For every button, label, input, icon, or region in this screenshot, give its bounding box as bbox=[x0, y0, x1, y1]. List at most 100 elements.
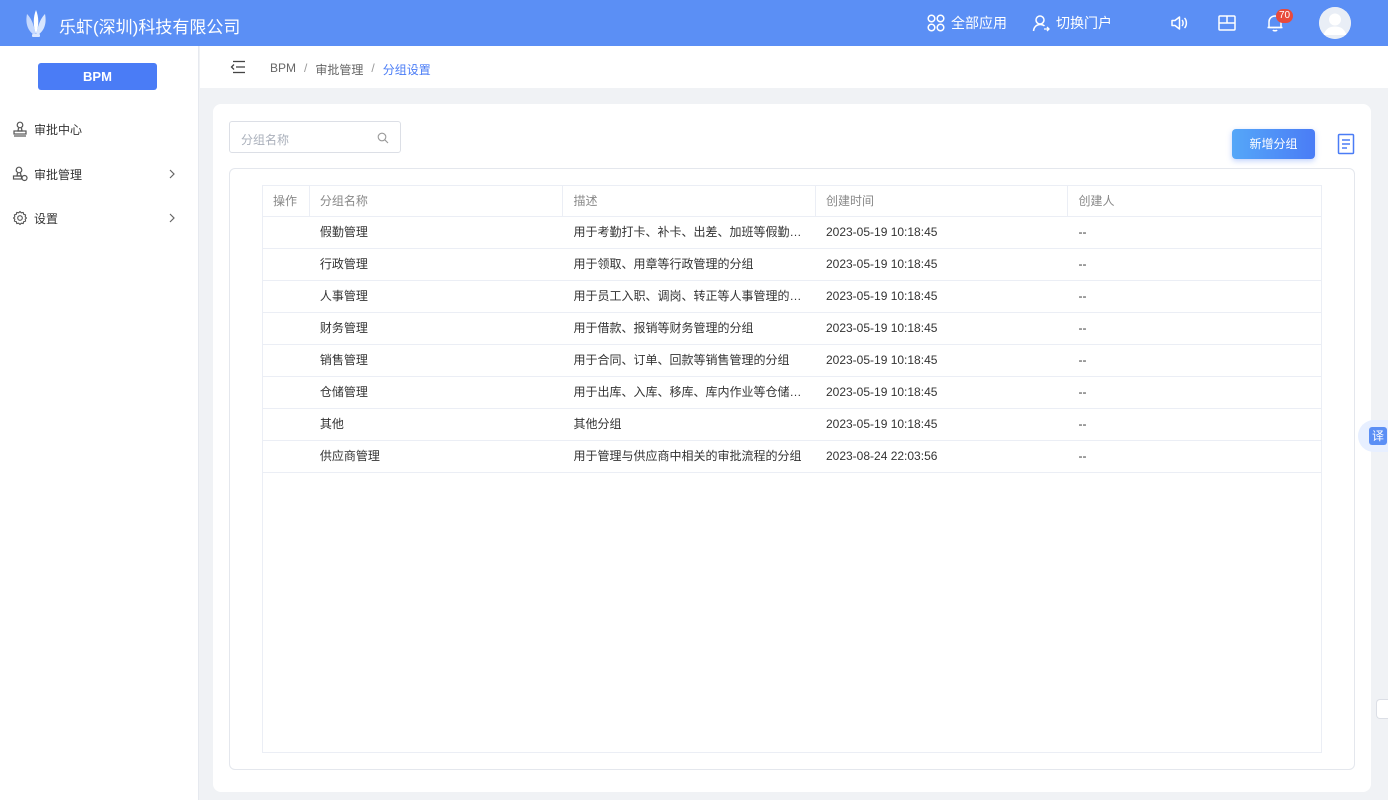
breadcrumb-separator: / bbox=[304, 61, 308, 75]
description-cell: 用于出库、入库、移库、库内作业等仓储管... bbox=[573, 385, 812, 399]
top-header: 乐虾(深圳)科技有限公司 全部应用 切换门户 70 bbox=[0, 0, 1388, 46]
apps-grid-icon bbox=[927, 14, 945, 32]
sidebar-item-label: 审批管理 bbox=[34, 167, 83, 182]
creator-cell: -- bbox=[1078, 257, 1087, 271]
creator-cell: -- bbox=[1078, 321, 1087, 335]
creator-cell: -- bbox=[1078, 353, 1087, 367]
column-header-description: 描述 bbox=[563, 186, 816, 217]
column-header-created-time: 创建时间 bbox=[816, 186, 1069, 217]
sidebar-item-approval-center[interactable]: 审批中心 bbox=[12, 119, 184, 139]
gear-icon bbox=[12, 210, 28, 226]
user-avatar[interactable] bbox=[1319, 7, 1351, 39]
creator-cell: -- bbox=[1078, 385, 1087, 399]
column-header-actions: 操作 bbox=[263, 186, 310, 217]
creator-cell: -- bbox=[1078, 225, 1087, 239]
sidebar-item-settings[interactable]: 设置 bbox=[12, 208, 184, 228]
group-name-cell: 财务管理 bbox=[319, 321, 368, 335]
row-actions-cell[interactable] bbox=[263, 409, 310, 440]
description-cell: 用于借款、报销等财务管理的分组 bbox=[573, 321, 754, 335]
translate-widget[interactable]: 译 bbox=[1358, 420, 1388, 452]
creator-cell: -- bbox=[1078, 417, 1087, 431]
breadcrumb-current: 分组设置 bbox=[382, 63, 431, 77]
main-card: 分组名称 新增分组 操作 分组名称 描述 创建时间 创建人 假勤管理 用于考勤打… bbox=[213, 104, 1371, 792]
created-time-cell: 2023-05-19 10:18:45 bbox=[825, 353, 938, 367]
menu-collapse-icon[interactable] bbox=[230, 59, 246, 75]
description-cell: 其他分组 bbox=[573, 417, 622, 431]
group-name-cell: 人事管理 bbox=[319, 289, 368, 303]
created-time-cell: 2023-08-24 22:03:56 bbox=[825, 449, 938, 463]
search-placeholder: 分组名称 bbox=[241, 133, 290, 147]
sidebar-item-approval-manage[interactable]: 审批管理 bbox=[12, 164, 184, 184]
document-icon[interactable] bbox=[1337, 133, 1355, 155]
table-container: 操作 分组名称 描述 创建时间 创建人 假勤管理 用于考勤打卡、补卡、出差、加班… bbox=[229, 168, 1355, 770]
description-cell: 用于管理与供应商中相关的审批流程的分组 bbox=[573, 449, 802, 463]
table-row[interactable]: 人事管理 用于员工入职、调岗、转正等人事管理的分组 2023-05-19 10:… bbox=[263, 281, 1321, 313]
table-row[interactable]: 供应商管理 用于管理与供应商中相关的审批流程的分组 2023-08-24 22:… bbox=[263, 441, 1321, 473]
created-time-cell: 2023-05-19 10:18:45 bbox=[825, 289, 938, 303]
volume-icon[interactable] bbox=[1169, 13, 1189, 33]
description-cell: 用于合同、订单、回款等销售管理的分组 bbox=[573, 353, 790, 367]
breadcrumb-bar: BPM / 审批管理 / 分组设置 bbox=[200, 46, 1388, 88]
group-name-cell: 供应商管理 bbox=[319, 449, 380, 463]
sidebar-item-label: 审批中心 bbox=[34, 122, 83, 137]
table-row[interactable]: 假勤管理 用于考勤打卡、补卡、出差、加班等假勤管... 2023-05-19 1… bbox=[263, 217, 1321, 249]
breadcrumb: BPM / 审批管理 / 分组设置 bbox=[270, 61, 431, 78]
all-apps-label: 全部应用 bbox=[951, 15, 1007, 31]
created-time-cell: 2023-05-19 10:18:45 bbox=[825, 385, 938, 399]
search-icon[interactable] bbox=[377, 132, 389, 144]
group-name-cell: 行政管理 bbox=[319, 257, 368, 271]
approval-manage-icon bbox=[12, 166, 28, 182]
creator-cell: -- bbox=[1078, 449, 1087, 463]
row-actions-cell[interactable] bbox=[263, 377, 310, 408]
row-actions-cell[interactable] bbox=[263, 345, 310, 376]
translate-icon: 译 bbox=[1369, 427, 1387, 445]
description-cell: 用于考勤打卡、补卡、出差、加班等假勤管... bbox=[573, 225, 812, 239]
row-actions-cell[interactable] bbox=[263, 281, 310, 312]
description-cell: 用于领取、用章等行政管理的分组 bbox=[573, 257, 754, 271]
switch-portal-label: 切换门户 bbox=[1056, 15, 1112, 31]
group-name-search-input[interactable]: 分组名称 bbox=[229, 121, 401, 153]
user-switch-icon bbox=[1032, 15, 1050, 32]
table-header: 操作 分组名称 描述 创建时间 创建人 bbox=[263, 186, 1321, 217]
description-cell: 用于员工入职、调岗、转正等人事管理的分组 bbox=[573, 289, 814, 303]
breadcrumb-separator: / bbox=[371, 61, 375, 75]
created-time-cell: 2023-05-19 10:18:45 bbox=[825, 321, 938, 335]
table-row[interactable]: 其他 其他分组 2023-05-19 10:18:45 -- bbox=[263, 409, 1321, 441]
chevron-right-icon bbox=[169, 169, 175, 179]
table-row[interactable]: 财务管理 用于借款、报销等财务管理的分组 2023-05-19 10:18:45… bbox=[263, 313, 1321, 345]
breadcrumb-item[interactable]: 审批管理 bbox=[315, 61, 363, 78]
chevron-right-icon bbox=[169, 213, 175, 223]
layout-icon[interactable] bbox=[1217, 13, 1237, 33]
company-name: 乐虾(深圳)科技有限公司 bbox=[59, 18, 241, 37]
company-logo-icon bbox=[26, 10, 46, 37]
column-header-creator: 创建人 bbox=[1078, 194, 1115, 208]
table-row[interactable]: 行政管理 用于领取、用章等行政管理的分组 2023-05-19 10:18:45… bbox=[263, 249, 1321, 281]
row-actions-cell[interactable] bbox=[263, 441, 310, 472]
bpm-app-button[interactable]: BPM bbox=[38, 63, 157, 90]
group-name-cell: 假勤管理 bbox=[319, 225, 368, 239]
add-group-button[interactable]: 新增分组 bbox=[1232, 129, 1315, 159]
group-name-cell: 销售管理 bbox=[319, 353, 368, 367]
stamp-icon bbox=[13, 121, 27, 137]
group-name-cell: 其他 bbox=[319, 417, 344, 431]
row-actions-cell[interactable] bbox=[263, 249, 310, 280]
breadcrumb-item[interactable]: BPM bbox=[270, 61, 296, 78]
switch-portal-button[interactable]: 切换门户 bbox=[1032, 13, 1112, 33]
creator-cell: -- bbox=[1078, 289, 1087, 303]
created-time-cell: 2023-05-19 10:18:45 bbox=[825, 257, 938, 271]
sidebar: BPM 审批中心 审批管理 设置 bbox=[0, 46, 199, 800]
all-apps-button[interactable]: 全部应用 bbox=[927, 13, 1007, 33]
created-time-cell: 2023-05-19 10:18:45 bbox=[825, 417, 938, 431]
table-row[interactable]: 销售管理 用于合同、订单、回款等销售管理的分组 2023-05-19 10:18… bbox=[263, 345, 1321, 377]
table-row[interactable]: 仓储管理 用于出库、入库、移库、库内作业等仓储管... 2023-05-19 1… bbox=[263, 377, 1321, 409]
row-actions-cell[interactable] bbox=[263, 313, 310, 344]
column-header-group-name: 分组名称 bbox=[310, 186, 564, 217]
side-collapse-tab[interactable] bbox=[1376, 699, 1388, 719]
sidebar-item-label: 设置 bbox=[34, 211, 59, 226]
group-name-cell: 仓储管理 bbox=[319, 385, 368, 399]
created-time-cell: 2023-05-19 10:18:45 bbox=[825, 225, 938, 239]
row-actions-cell[interactable] bbox=[263, 217, 310, 248]
avatar-person-icon bbox=[1319, 7, 1351, 39]
notification-badge: 70 bbox=[1276, 9, 1294, 23]
group-table: 操作 分组名称 描述 创建时间 创建人 假勤管理 用于考勤打卡、补卡、出差、加班… bbox=[262, 185, 1322, 753]
